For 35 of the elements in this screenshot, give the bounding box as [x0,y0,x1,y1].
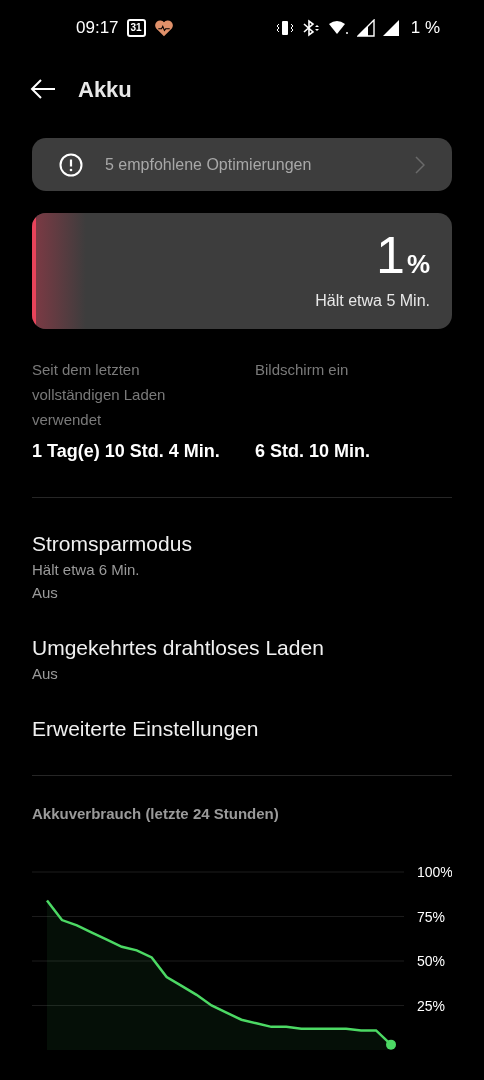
signal-icon [356,19,375,37]
axis-label: 25% [417,997,446,1014]
stat-value: 1 Tag(e) 10 Std. 4 Min. [32,440,221,463]
axis-label: 100% [417,864,452,880]
battery-percentage: 1 [375,229,405,281]
page-title: Akku [78,75,132,104]
back-arrow-icon [30,79,56,99]
axis-label: 50% [417,953,446,969]
recommendations-banner[interactable]: 5 empfohlene Optimierungen [32,138,452,191]
setting-title: Umgekehrtes drahtloses Laden [32,635,325,661]
setting-title: Erweiterte Einstellungen [32,716,260,742]
chart-title: Akkuverbrauch (letzte 24 Stunden) [32,805,279,822]
settings-item[interactable]: Erweiterte Einstellungen [32,707,452,751]
current-point [386,1039,396,1050]
stat-value: 6 Std. 10 Min. [255,440,372,463]
settings-item[interactable]: Umgekehrtes drahtloses Laden Aus [32,626,452,693]
setting-subtitle: Hält etwa 6 Min. [32,560,141,580]
signal-icon [381,19,400,37]
stat-label: Bildschirm ein [255,360,350,380]
battery-estimate: Hält etwa 5 Min. [315,291,430,311]
percent-sign: % [406,251,430,277]
vibrate-icon [275,20,294,36]
setting-title: Stromsparmodus [32,531,193,557]
stat-label: Seit dem letzten vollständigen Laden verwendet [32,360,167,430]
setting-subtitle: Aus [32,583,59,603]
calendar-icon: 31 [126,19,146,37]
chevron-right-icon [415,155,425,174]
wifi-icon [327,20,350,36]
battery-percent: 1 % [410,17,440,40]
heart-icon [153,19,174,37]
settings-item[interactable]: Stromsparmodus Hält etwa 6 Min. Aus [32,522,452,612]
status-time: 09:17 [76,17,119,40]
axis-label: 75% [417,908,446,925]
alert-icon [59,152,83,177]
setting-subtitle: Aus [32,664,59,684]
